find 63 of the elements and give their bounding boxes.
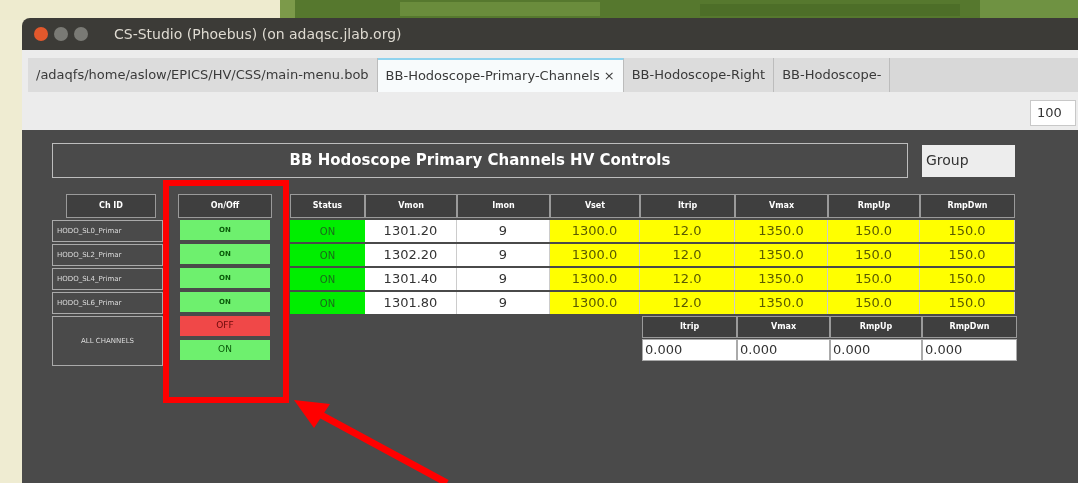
column-header: RmpUp: [830, 316, 922, 338]
zoom-field[interactable]: 100: [1030, 100, 1076, 126]
column-header: Status: [290, 194, 365, 218]
tab[interactable]: BB-Hodoscope-: [774, 58, 891, 92]
table-cell: 1350.0: [735, 244, 828, 266]
table-cell: 9: [457, 268, 550, 290]
table-cell: 12.0: [640, 220, 735, 242]
table-cell: 150.0: [920, 244, 1015, 266]
tab[interactable]: /adaqfs/home/aslow/EPICS/HV/CSS/main-menu.bob: [28, 58, 378, 92]
table-cell: 150.0: [828, 244, 920, 266]
table-cell: 150.0: [920, 292, 1015, 314]
input-field[interactable]: 0.000: [830, 339, 922, 361]
table-cell: 9: [457, 220, 550, 242]
table-cell: 1301.80: [365, 292, 457, 314]
on-button[interactable]: ON: [180, 340, 270, 360]
table-cell: 150.0: [920, 220, 1015, 242]
group-field[interactable]: Group: [922, 144, 1015, 177]
table-cell: 12.0: [640, 268, 735, 290]
table-cell: 1350.0: [735, 268, 828, 290]
status-indicator: ON: [290, 292, 365, 314]
column-header: RmpDwn: [922, 316, 1017, 338]
tab[interactable]: BB-Hodoscope-Right: [623, 58, 775, 92]
column-header: Vmax: [737, 316, 830, 338]
status-indicator: ON: [290, 268, 365, 290]
column-header: RmpDwn: [920, 194, 1015, 218]
column-header: Imon: [457, 194, 550, 218]
close-icon[interactable]: ×: [603, 66, 615, 86]
table-cell: 150.0: [828, 220, 920, 242]
table-cell: 150.0: [828, 268, 920, 290]
table-cell: 9: [457, 292, 550, 314]
close-icon[interactable]: [34, 27, 48, 41]
table-cell: 150.0: [828, 292, 920, 314]
input-field[interactable]: 0.000: [737, 339, 830, 361]
column-header: Ch ID: [66, 194, 156, 218]
table-cell: 1301.40: [365, 268, 457, 290]
column-header: On/Off: [178, 194, 272, 218]
status-indicator: ON: [290, 220, 365, 242]
table-cell: 150.0: [920, 268, 1015, 290]
table-cell: 1301.20: [365, 220, 457, 242]
table-cell: 9: [457, 244, 550, 266]
table-cell: 1300.0: [550, 292, 640, 314]
table-cell: 12.0: [640, 292, 735, 314]
table-cell: 12.0: [640, 244, 735, 266]
column-header: Vset: [550, 194, 640, 218]
column-header: RmpUp: [828, 194, 920, 218]
status-indicator: ON: [290, 244, 365, 266]
table-cell: 1350.0: [735, 292, 828, 314]
column-header: Vmon: [365, 194, 457, 218]
input-field[interactable]: 0.000: [922, 339, 1017, 361]
column-header: Itrip: [640, 194, 735, 218]
table-cell: 1302.20: [365, 244, 457, 266]
table-cell: 1300.0: [550, 268, 640, 290]
minimize-icon[interactable]: [54, 27, 68, 41]
table-cell: 1350.0: [735, 220, 828, 242]
maximize-icon[interactable]: [74, 27, 88, 41]
table-cell: 1300.0: [550, 244, 640, 266]
tab[interactable]: BB-Hodoscope-Primary-Channels ×: [377, 58, 624, 92]
panel-title: BB Hodoscope Primary Channels HV Controls: [52, 143, 908, 178]
column-header: Itrip: [642, 316, 737, 338]
column-header: Vmax: [735, 194, 828, 218]
window-title: CS-Studio (Phoebus) (on adaqsc.jlab.org): [114, 24, 402, 44]
table-cell: 1300.0: [550, 220, 640, 242]
input-field[interactable]: 0.000: [642, 339, 737, 361]
